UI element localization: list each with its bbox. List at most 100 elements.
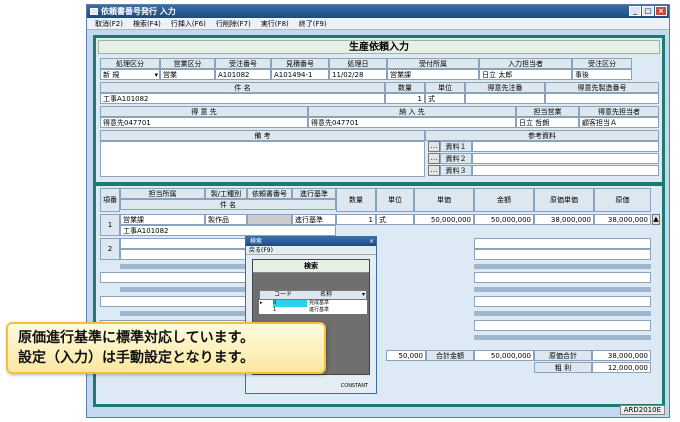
menu-search[interactable]: 検索(F4) [133, 18, 161, 29]
callout-line-1: 原価進行基準に標準対応しています。 [18, 330, 255, 346]
row-1-subject[interactable]: 工事A101082 [120, 225, 336, 236]
row-2-amount[interactable] [474, 238, 651, 249]
col-no: 項番 [100, 188, 120, 212]
result-name: 完成基準 [309, 300, 330, 306]
dialog-close-icon[interactable]: × [369, 237, 374, 246]
menu-bar: 取消(F2) 検索(F4) 行挿入(F6) 行削除(F7) 実行(F8) 終了(… [87, 18, 669, 30]
empty-row[interactable] [474, 272, 651, 283]
label-delivery: 納 入 先 [308, 106, 516, 117]
delivery-field[interactable]: 得意先047701 [308, 117, 516, 128]
chevron-down-icon: ▾ [154, 71, 158, 79]
menu-delete-row[interactable]: 行削除(F7) [216, 18, 251, 29]
maximize-button[interactable]: □ [642, 6, 654, 16]
row-1-no: 1 [100, 214, 120, 236]
result-code: 1 [273, 307, 277, 313]
col-dept: 担当所属 [120, 188, 205, 199]
ref-1-field[interactable] [472, 141, 659, 152]
row-1-unit[interactable]: 式 [376, 214, 414, 225]
result-header: コード 名称 ▾ [259, 290, 367, 300]
estimate-no-field[interactable]: A101494-1 [271, 69, 329, 80]
window-title: 依頼書番号発行 入力 [101, 7, 176, 16]
cost-total-label: 原価合計 [534, 350, 592, 361]
menu-exit[interactable]: 終了(F9) [299, 18, 327, 29]
result-code: 0 [273, 300, 307, 307]
row-1-qty[interactable]: 1 [336, 214, 376, 225]
row-1-type[interactable]: 製作品 [205, 214, 247, 225]
result-row[interactable]: ▸ 0 完成基準 [259, 300, 367, 307]
total-label: 合計金額 [426, 350, 474, 361]
sales-rep-field[interactable]: 日立 哲朗 [516, 117, 579, 128]
label-unit: 単位 [425, 82, 465, 93]
empty-row [474, 287, 651, 292]
scroll-up-button[interactable]: ▲ [652, 214, 660, 225]
label-reference: 参考資料 [425, 130, 659, 141]
process-date-field[interactable]: 11/02/28 [329, 69, 387, 80]
row-1-cost-price[interactable]: 38,000,000 [534, 214, 594, 225]
subject-field[interactable]: 工事A101082 [100, 93, 385, 104]
label-customer-order-no: 得意先注番 [465, 82, 545, 93]
col-subject: 件 名 [120, 199, 336, 210]
customer-contact-field[interactable]: 顧客担当Ａ [579, 117, 659, 128]
app-icon [90, 8, 98, 15]
input-person-field[interactable]: 日立 太郎 [479, 69, 572, 80]
label-customer: 得 意 先 [100, 106, 308, 117]
empty-row[interactable] [474, 320, 651, 331]
screen-id: ARD2010E [619, 405, 665, 415]
customer-field[interactable]: 得意先047701 [100, 117, 308, 128]
ref-1-label: 資料１ [440, 141, 472, 152]
section-divider [96, 182, 662, 186]
label-subject: 件 名 [100, 82, 385, 93]
label-sales-rep: 担当営業 [516, 106, 579, 117]
process-type-select[interactable]: 新 規 ▾ [100, 69, 160, 80]
dialog-title: 検索 [250, 238, 263, 245]
ref-2-field[interactable] [472, 153, 659, 164]
close-button[interactable]: × [655, 6, 667, 16]
row-1-dept[interactable]: 営業課 [120, 214, 205, 225]
row-1-amount[interactable]: 50,000,000 [474, 214, 534, 225]
chevron-down-icon: ▾ [361, 291, 365, 298]
annotation-callout: 原価進行基準に標準対応しています。 設定（入力）は手動設定となります。 [6, 322, 326, 374]
ref-1-button[interactable]: … [428, 141, 440, 152]
ref-3-label: 資料３ [440, 165, 472, 176]
cost-total-value: 38,000,000 [592, 350, 651, 361]
label-input-person: 入力担当者 [479, 58, 572, 69]
col-qty: 数量 [336, 188, 376, 212]
dialog-back-menu[interactable]: 戻る(F9) [246, 246, 376, 255]
ref-3-button[interactable]: … [428, 165, 440, 176]
empty-row [474, 335, 651, 340]
col-basis: 進行基準 [292, 188, 336, 199]
dialog-title-bar: 検索 × [246, 237, 376, 246]
callout-line-2: 設定（入力）は手動設定となります。 [18, 350, 255, 366]
remarks-field[interactable] [100, 141, 425, 177]
col-name-label: 名称 [320, 291, 333, 298]
col-code-label: コード [274, 291, 293, 298]
row-2-no: 2 [100, 238, 120, 260]
empty-row[interactable] [474, 296, 651, 307]
row-1-basis[interactable]: 進行基準 [292, 214, 336, 225]
col-cost-price: 原価単価 [534, 188, 594, 212]
row-2-extra[interactable] [474, 249, 651, 260]
label-remarks: 備 考 [100, 130, 425, 141]
ref-2-button[interactable]: … [428, 153, 440, 164]
result-row[interactable]: 1 進行基準 [259, 307, 367, 314]
order-type-field[interactable]: 事後 [572, 69, 632, 80]
ref-3-field[interactable] [472, 165, 659, 176]
reception-dept-field[interactable]: 営業課 [387, 69, 479, 80]
quantity-field[interactable]: 1 [385, 93, 425, 104]
menu-cancel[interactable]: 取消(F2) [95, 18, 123, 29]
unit-field[interactable]: 式 [425, 93, 465, 104]
menu-insert-row[interactable]: 行挿入(F6) [171, 18, 206, 29]
col-price: 単価 [414, 188, 474, 212]
menu-execute[interactable]: 実行(F8) [261, 18, 289, 29]
order-no-field[interactable]: A101082 [215, 69, 271, 80]
customer-mfg-no-field[interactable] [545, 93, 659, 104]
row-1-price[interactable]: 50,000,000 [414, 214, 474, 225]
minimize-button[interactable]: _ [629, 6, 641, 16]
label-process-type: 処理区分 [100, 58, 160, 69]
search-heading: 検索 [253, 260, 369, 273]
sales-type-field[interactable]: 営業 [160, 69, 215, 80]
empty-row [474, 311, 651, 316]
customer-order-no-field[interactable] [465, 93, 545, 104]
label-sales-type: 営業区分 [160, 58, 215, 69]
row-1-cost[interactable]: 38,000,000 [594, 214, 651, 225]
